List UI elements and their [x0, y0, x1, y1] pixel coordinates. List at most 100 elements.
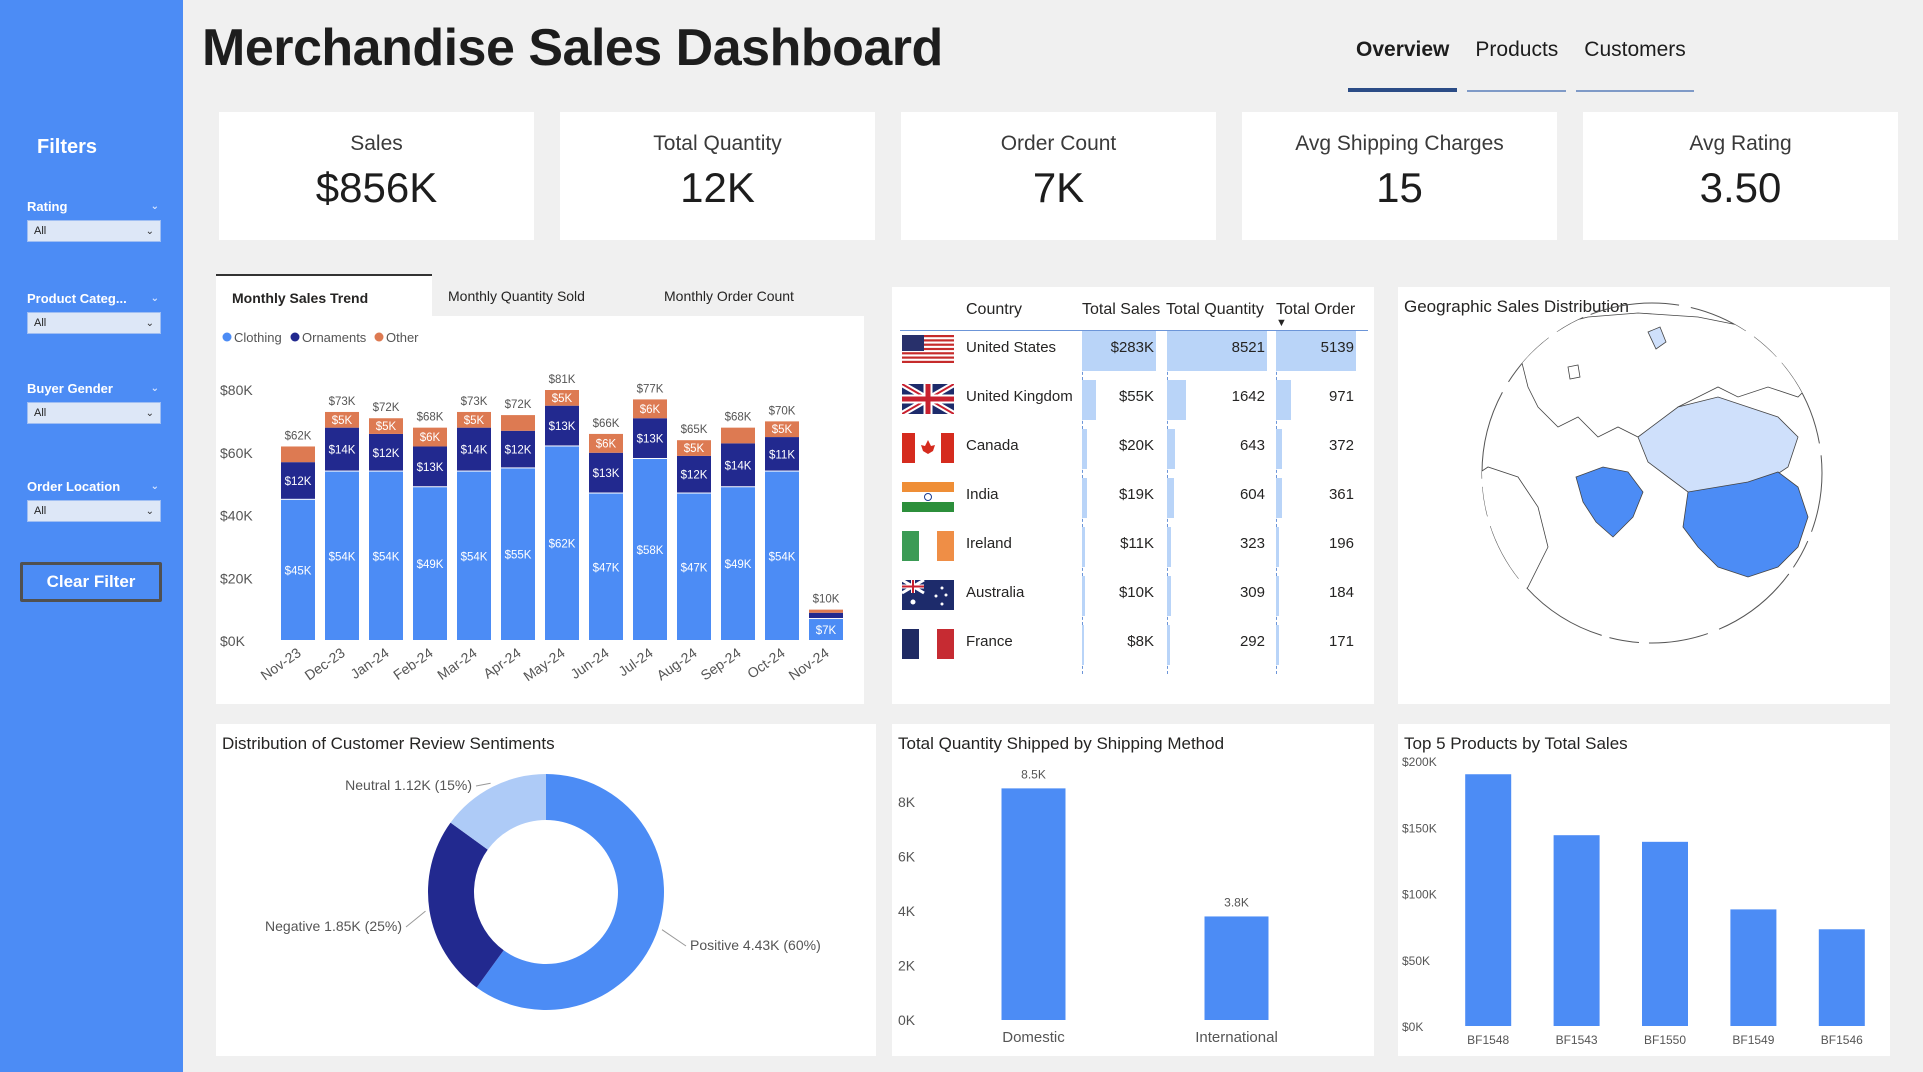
sales-databar	[1082, 527, 1085, 567]
france-flag-icon	[902, 629, 954, 659]
tab-monthly-sales-trend[interactable]: Monthly Sales Trend	[216, 274, 432, 316]
bar-data-label: 3.8K	[1224, 895, 1249, 909]
order-location-select[interactable]: All ⌄	[27, 500, 161, 522]
y-tick-label: $0K	[1402, 1020, 1423, 1034]
bar-data-label: $62K	[549, 539, 576, 551]
bar[interactable]	[1730, 909, 1777, 1026]
bar-total-label: $10K	[813, 594, 840, 606]
table-row[interactable]: France $8K 292 171	[892, 625, 1372, 674]
bar-segment-other[interactable]	[281, 446, 315, 463]
header-country[interactable]: Country	[966, 301, 1022, 319]
header-total-sales[interactable]: Total Sales	[1082, 301, 1160, 319]
bar-data-label: $7K	[816, 625, 837, 637]
chevron-down-icon[interactable]: ⌄	[151, 481, 159, 492]
tab-monthly-quantity-sold[interactable]: Monthly Quantity Sold	[432, 274, 648, 316]
bar[interactable]	[1465, 774, 1512, 1026]
bar[interactable]	[1204, 916, 1269, 1020]
sales-value: $55K	[1118, 388, 1154, 405]
chevron-down-icon[interactable]: ⌄	[151, 383, 159, 394]
orders-cell: 5139	[1276, 331, 1356, 380]
tab-customers[interactable]: Customers	[1576, 38, 1694, 92]
y-tick-label: $80K	[220, 382, 253, 398]
tab-products[interactable]: Products	[1467, 38, 1567, 92]
table-row[interactable]: Ireland $11K 323 196	[892, 527, 1372, 576]
sales-databar	[1082, 380, 1097, 420]
orders-cell: 184	[1276, 576, 1356, 625]
order-location-filter-label: Order Location	[27, 478, 121, 494]
table-row[interactable]: United States $283K 8521 5139	[892, 331, 1372, 380]
bar[interactable]	[1642, 841, 1688, 1026]
quantity-cell: 1642	[1167, 380, 1267, 429]
header-total-order[interactable]: Total Order	[1276, 301, 1355, 319]
orders-value: 196	[1328, 535, 1354, 552]
x-tick-label: Jul-24	[615, 644, 656, 679]
sort-desc-icon[interactable]: ▼	[1276, 317, 1287, 329]
quantity-value: 1642	[1231, 388, 1265, 405]
x-tick-label: BF1550	[1644, 1033, 1686, 1047]
chevron-down-icon[interactable]: ⌄	[151, 293, 159, 304]
y-tick-label: $50K	[1402, 954, 1430, 968]
tab-monthly-order-count[interactable]: Monthly Order Count	[648, 274, 864, 316]
bar[interactable]	[1553, 835, 1600, 1026]
orders-cell: 372	[1276, 429, 1356, 478]
table-row[interactable]: India $19K 604 361	[892, 478, 1372, 527]
x-tick-label: BF1549	[1732, 1033, 1774, 1047]
table-row[interactable]: Canada $20K 643 372	[892, 429, 1372, 478]
x-tick-label: Dec-23	[302, 644, 348, 683]
product-category-filter-label: Product Categ...	[27, 290, 127, 306]
buyer-gender-select[interactable]: All ⌄	[27, 402, 161, 424]
legend-label[interactable]: Other	[386, 330, 419, 345]
y-tick-label: 2K	[898, 958, 916, 974]
australia-flag-icon	[902, 580, 954, 610]
sales-value: $10K	[1118, 584, 1154, 601]
buyer-gender-select-value: All	[34, 407, 47, 419]
x-tick-label: Domestic	[1002, 1029, 1065, 1046]
bar-segment-other[interactable]	[809, 609, 843, 613]
chevron-down-icon[interactable]: ⌄	[151, 201, 159, 212]
bar-segment-other[interactable]	[721, 427, 755, 444]
bar-total-label: $68K	[417, 412, 444, 424]
buyer-gender-filter-label: Buyer Gender	[27, 380, 113, 396]
product-category-filter: Product Categ... ⌄ All ⌄	[27, 290, 161, 334]
chevron-down-icon: ⌄	[145, 407, 154, 419]
shipping-panel: Total Quantity Shipped by Shipping Metho…	[892, 724, 1374, 1056]
bar-data-label: $5K	[552, 393, 573, 405]
chevron-down-icon: ⌄	[145, 225, 154, 237]
bar[interactable]	[1818, 929, 1865, 1026]
india-flag-icon	[902, 482, 954, 512]
rating-filter: Rating ⌄ All ⌄	[27, 198, 161, 242]
bar-segment-other[interactable]	[501, 415, 535, 431]
canada-flag-icon	[902, 433, 954, 463]
kpi-value: 7K	[1032, 164, 1085, 211]
legend-label[interactable]: Ornaments	[302, 330, 367, 345]
header-total-quantity[interactable]: Total Quantity	[1166, 301, 1264, 319]
x-tick-label: Sep-24	[698, 644, 744, 683]
x-tick-label: International	[1195, 1029, 1278, 1046]
bar-data-label: $11K	[769, 449, 795, 461]
x-tick-label: Nov-24	[786, 644, 832, 683]
globe-map[interactable]	[1398, 287, 1890, 704]
product-category-select[interactable]: All ⌄	[27, 312, 161, 334]
orders-value: 171	[1328, 633, 1354, 650]
bar-data-label: $13K	[593, 468, 620, 480]
rating-select[interactable]: All ⌄	[27, 220, 161, 242]
legend-label[interactable]: Clothing	[234, 330, 282, 345]
bar-segment-ornaments[interactable]	[809, 612, 843, 619]
orders-databar	[1276, 625, 1279, 665]
leader-line	[405, 910, 426, 928]
table-row[interactable]: Australia $10K 309 184	[892, 576, 1372, 625]
bar[interactable]	[1001, 788, 1066, 1020]
kpi-value: 15	[1376, 164, 1423, 211]
donut-label: Neutral 1.12K (15%)	[345, 777, 472, 793]
donut-slice-negative[interactable]	[428, 822, 504, 988]
order-location-select-value: All	[34, 505, 47, 517]
table-row[interactable]: United Kingdom $55K 1642 971	[892, 380, 1372, 429]
x-tick-label: Oct-24	[744, 644, 788, 681]
quantity-value: 292	[1239, 633, 1265, 650]
legend-marker	[222, 332, 232, 342]
bar-data-label: $49K	[417, 559, 444, 571]
clear-filter-button[interactable]: Clear Filter	[20, 562, 162, 602]
quantity-databar	[1167, 527, 1171, 567]
tab-overview[interactable]: Overview	[1348, 38, 1458, 92]
leader-line	[475, 782, 491, 787]
